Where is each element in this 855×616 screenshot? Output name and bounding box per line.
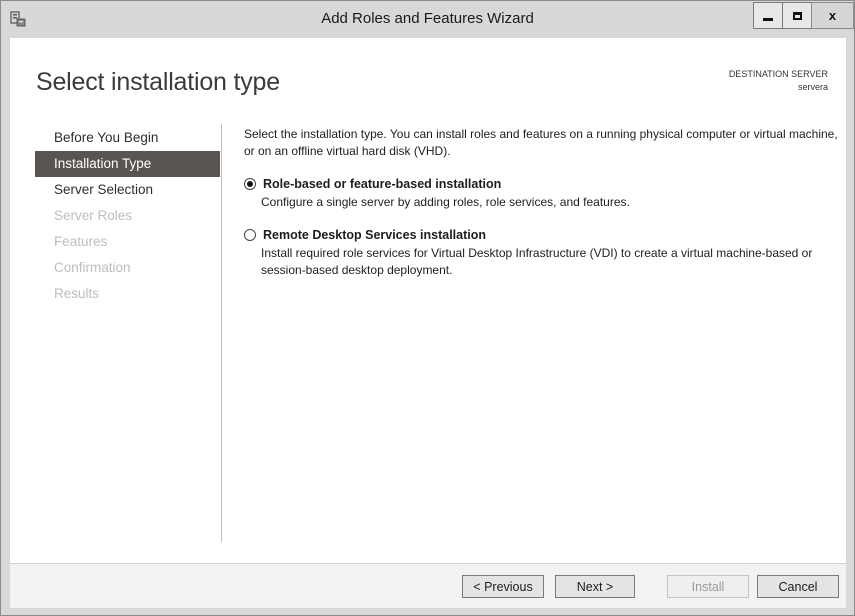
nav-item-features: Features: [54, 234, 108, 249]
option-remote-desktop[interactable]: Remote Desktop Services installation Ins…: [244, 228, 839, 279]
maximize-icon: [792, 11, 802, 20]
close-icon: x: [828, 8, 837, 23]
radio-role-based[interactable]: [244, 178, 256, 190]
radio-selected-dot: [247, 181, 253, 187]
option-row[interactable]: Remote Desktop Services installation: [244, 228, 839, 242]
next-button[interactable]: Next >: [555, 575, 635, 598]
nav-item-before-you-begin[interactable]: Before You Begin: [35, 125, 220, 151]
destination-label: DESTINATION SERVER: [728, 69, 828, 79]
minimize-button[interactable]: [753, 2, 783, 29]
option-label[interactable]: Role-based or feature-based installation: [263, 177, 501, 191]
window-title: Add Roles and Features Wizard: [321, 10, 534, 27]
nav-item-installation-type[interactable]: Installation Type: [35, 151, 220, 177]
install-button: Install: [667, 575, 749, 598]
title-bar[interactable]: Add Roles and Features Wizard x: [1, 1, 854, 38]
option-description: Configure a single server by adding role…: [261, 195, 630, 209]
option-description: Install required role services for Virtu…: [261, 246, 813, 277]
nav-item-server-selection[interactable]: Server Selection: [35, 177, 220, 203]
nav-item-results: Results: [54, 286, 100, 301]
radio-remote-desktop[interactable]: [244, 229, 256, 241]
wizard-nav: Before You Begin Installation Type Serve…: [35, 125, 220, 307]
previous-button[interactable]: < Previous: [462, 575, 544, 598]
maximize-button[interactable]: [782, 2, 812, 29]
main-panel: Select the installation type. You can in…: [244, 126, 839, 279]
minimize-icon: [763, 18, 773, 21]
option-label[interactable]: Remote Desktop Services installation: [263, 228, 486, 242]
close-button[interactable]: x: [811, 2, 854, 29]
nav-divider: [221, 124, 222, 542]
nav-item-server-roles: Server Roles: [54, 208, 133, 223]
intro-text: Select the installation type. You can in…: [244, 127, 838, 158]
page-title: Select installation type: [36, 68, 280, 96]
wizard-window: Add Roles and Features Wizard x Select i…: [0, 0, 855, 616]
destination-server: DESTINATION SERVER servera: [729, 68, 828, 94]
nav-item-confirmation: Confirmation: [54, 260, 131, 275]
wizard-footer: < Previous Next > Install Cancel: [10, 563, 846, 608]
destination-value: servera: [797, 82, 828, 92]
cancel-button[interactable]: Cancel: [757, 575, 839, 598]
option-role-based[interactable]: Role-based or feature-based installation…: [244, 177, 839, 211]
wizard-content: Select installation type DESTINATION SER…: [10, 38, 846, 563]
option-row[interactable]: Role-based or feature-based installation: [244, 177, 839, 191]
